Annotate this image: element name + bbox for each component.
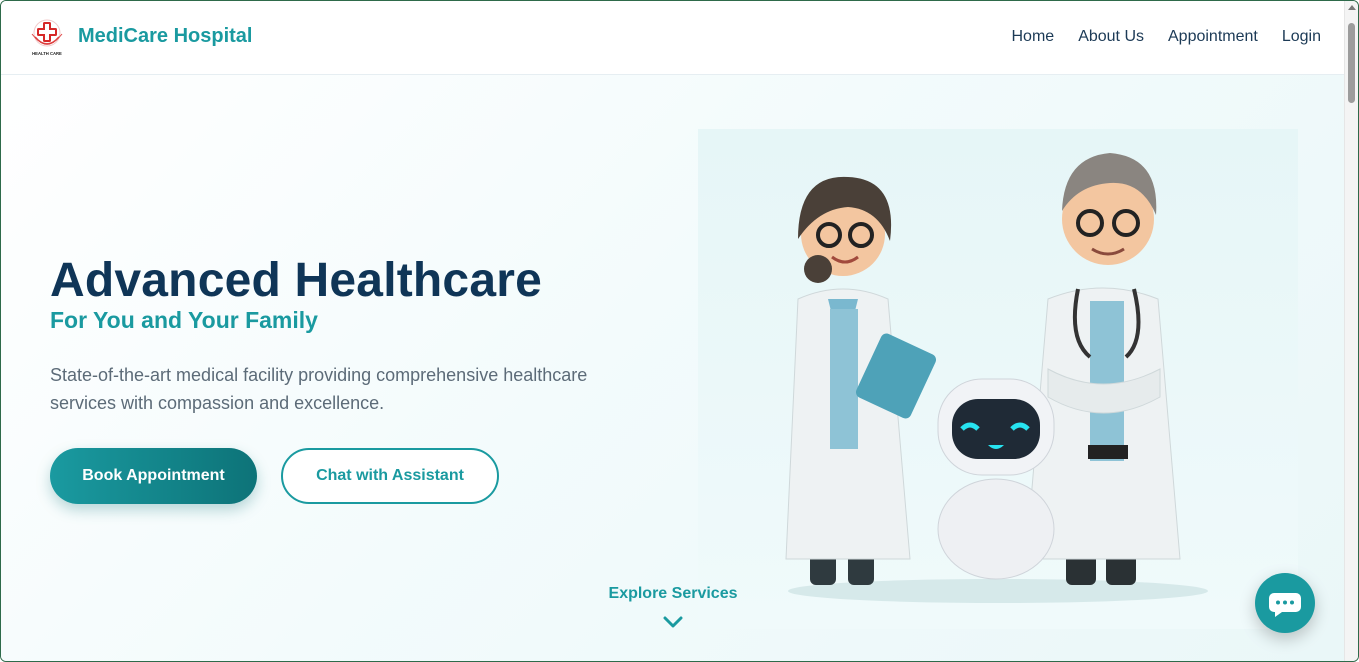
chat-bubble-icon	[1269, 593, 1301, 617]
hero-title: Advanced Healthcare	[50, 254, 543, 307]
nav-home[interactable]: Home	[1012, 28, 1055, 46]
page-scrollbar[interactable]	[1344, 1, 1358, 661]
nav-appointment[interactable]: Appointment	[1168, 28, 1258, 46]
nav-about-us[interactable]: About Us	[1078, 28, 1144, 46]
explore-services-link[interactable]: Explore Services	[573, 585, 773, 603]
female-doctor-illustration	[785, 176, 937, 585]
hero-illustration	[698, 129, 1298, 629]
book-appointment-button[interactable]: Book Appointment	[50, 448, 257, 504]
hero-subtitle: For You and Your Family	[50, 307, 318, 333]
chevron-down-icon[interactable]	[663, 615, 683, 629]
site-header: HEALTH CARE MediCare Hospital Home About…	[1, 1, 1346, 75]
main-nav: Home About Us Appointment Login	[1012, 28, 1322, 46]
hero-section: Advanced Healthcare For You and Your Fam…	[1, 75, 1346, 661]
nav-login[interactable]: Login	[1282, 28, 1321, 46]
chat-fab-button[interactable]	[1255, 573, 1315, 633]
browser-window: HEALTH CARE MediCare Hospital Home About…	[0, 0, 1359, 662]
chat-with-assistant-button[interactable]: Chat with Assistant	[281, 448, 499, 504]
hospital-logo-icon[interactable]: HEALTH CARE	[27, 17, 67, 57]
hero-description: State-of-the-art medical facility provid…	[50, 365, 588, 413]
scrollbar-thumb[interactable]	[1348, 23, 1355, 103]
logo-wordmark: HEALTH CARE	[32, 51, 62, 56]
scroll-up-arrow-icon[interactable]	[1348, 5, 1356, 10]
brand-name[interactable]: MediCare Hospital	[78, 25, 252, 48]
